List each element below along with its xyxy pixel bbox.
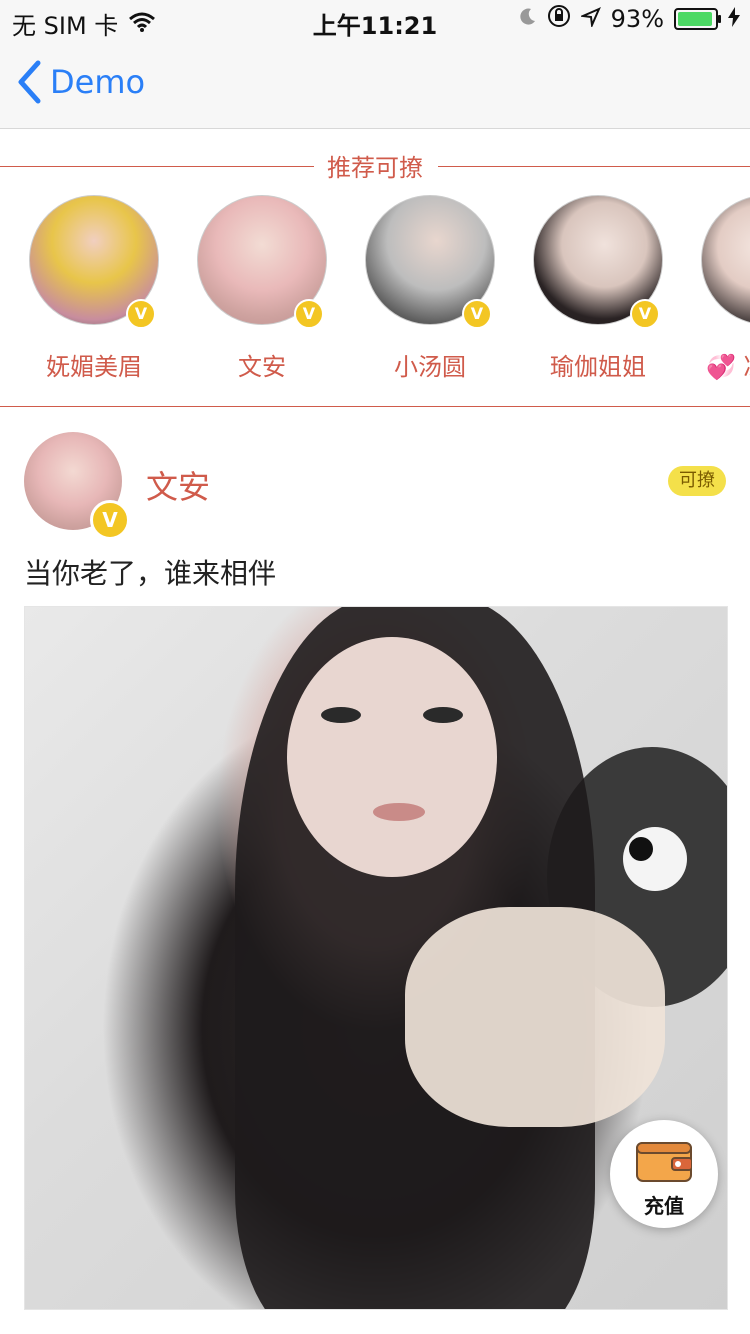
recommended-name: 小汤圆 bbox=[394, 353, 466, 381]
rotation-lock-icon bbox=[547, 4, 571, 34]
recommended-item[interactable]: V 瑜伽姐姐 bbox=[514, 195, 682, 382]
photo-plush-eye bbox=[623, 827, 687, 891]
photo-eye bbox=[321, 707, 361, 723]
status-bar: 无 SIM 卡 上午11:21 93% bbox=[0, 0, 750, 40]
recommended-name: 瑜伽姐姐 bbox=[550, 353, 646, 381]
recharge-label: 充值 bbox=[644, 1194, 684, 1218]
recommended-name: 💞 凉 bbox=[706, 353, 750, 381]
verified-badge: V bbox=[294, 299, 324, 329]
recharge-button[interactable]: 充值 bbox=[610, 1120, 718, 1228]
battery-percent: 93% bbox=[610, 5, 664, 33]
recommended-list[interactable]: V 妩媚美眉 V 文安 V 小汤圆 V 瑜伽姐姐 V 💞 凉 bbox=[0, 195, 750, 395]
charging-icon bbox=[728, 5, 740, 33]
status-badge: 可撩 bbox=[668, 466, 726, 496]
header-line-right bbox=[438, 166, 750, 167]
battery-icon bbox=[674, 8, 721, 30]
location-icon bbox=[578, 5, 601, 33]
recommended-name: 妩媚美眉 bbox=[46, 353, 142, 381]
recommended-name: 文安 bbox=[238, 353, 286, 381]
chevron-left-icon bbox=[18, 60, 41, 104]
recommended-header: 推荐可撩 bbox=[0, 142, 750, 186]
verified-badge: V bbox=[126, 299, 156, 329]
nav-bar: Demo bbox=[0, 40, 750, 129]
avatar bbox=[701, 195, 750, 325]
recommended-item[interactable]: V 小汤圆 bbox=[346, 195, 514, 382]
recommended-item[interactable]: V 文安 bbox=[178, 195, 346, 382]
photo-ruffle bbox=[405, 907, 665, 1127]
photo-face bbox=[287, 637, 497, 877]
photo-lips bbox=[373, 803, 425, 821]
recommended-item[interactable]: V 妩媚美眉 bbox=[10, 195, 178, 382]
verified-badge: V bbox=[90, 500, 130, 540]
recommended-item[interactable]: V 💞 凉 bbox=[682, 195, 750, 382]
post-text: 当你老了，谁来相伴 bbox=[24, 557, 277, 590]
back-button[interactable]: Demo bbox=[16, 60, 145, 104]
verified-badge: V bbox=[462, 299, 492, 329]
wallet-icon bbox=[636, 1142, 692, 1182]
section-divider bbox=[0, 406, 750, 407]
back-label: Demo bbox=[50, 63, 146, 101]
moon-icon bbox=[517, 5, 537, 33]
post-author[interactable]: 文安 bbox=[146, 462, 210, 508]
verified-badge: V bbox=[630, 299, 660, 329]
status-right: 93% bbox=[517, 4, 740, 34]
photo-eye bbox=[423, 707, 463, 723]
